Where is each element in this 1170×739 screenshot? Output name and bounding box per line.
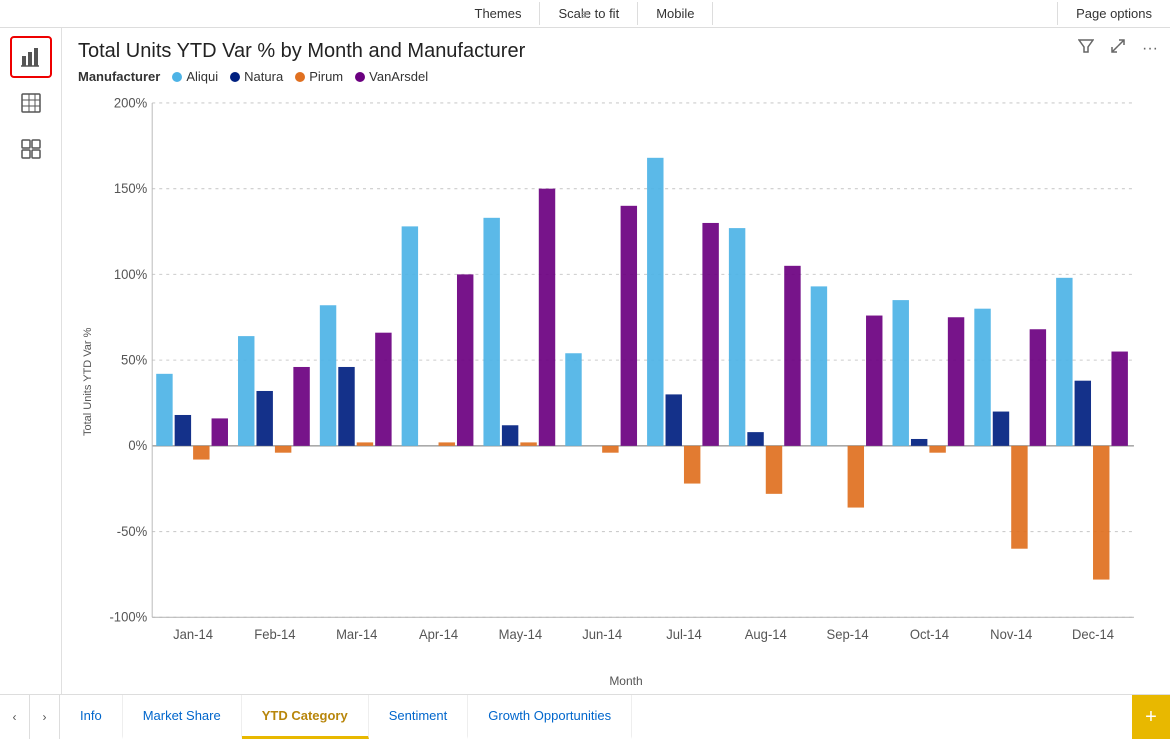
vanarsdel-label: VanArsdel [369,69,428,84]
toolbar-right: Page options [1057,0,1170,27]
vanarsdel-dot [355,72,365,82]
tab-market-share[interactable]: Market Share [123,695,242,739]
legend-natura: Natura [230,69,283,84]
tab-growth-opportunities[interactable]: Growth Opportunities [468,695,632,739]
legend-aliqui: Aliqui [172,69,218,84]
natura-dot [230,72,240,82]
chart-title: Total Units YTD Var % by Month and Manuf… [78,40,1154,63]
svg-text:-50%: -50% [117,523,147,539]
bar-chart-svg [20,46,42,68]
svg-text:Apr-14: Apr-14 [419,627,459,643]
tab-ytd-category[interactable]: YTD Category [242,695,369,739]
aliqui-label: Aliqui [186,69,218,84]
svg-text:Oct-14: Oct-14 [910,627,950,643]
main-area: ··· Total Units YTD Var % by Month and M… [62,28,1170,694]
matrix-svg [20,138,42,160]
svg-text:Jun-14: Jun-14 [582,627,622,643]
more-options-button[interactable]: ··· [1138,38,1162,60]
top-toolbar: ≡ Themes Scale to fit Mobile Page option… [0,0,1170,28]
tab-prev-button[interactable]: ‹ [0,695,30,739]
tab-info[interactable]: Info [60,695,123,739]
main-layout: ··· Total Units YTD Var % by Month and M… [0,28,1170,694]
matrix-sidebar-icon[interactable] [10,128,52,170]
legend-vanarsdel: VanArsdel [355,69,428,84]
page-options-button[interactable]: Page options [1057,2,1170,25]
svg-text:Mar-14: Mar-14 [336,627,378,643]
svg-text:100%: 100% [114,266,147,282]
svg-text:Aug-14: Aug-14 [745,627,787,643]
x-axis-label: Month [78,672,1154,690]
manufacturer-label: Manufacturer [78,69,160,84]
legend: Manufacturer Aliqui Natura Pirum VanArsd… [78,69,1154,84]
svg-text:Jul-14: Jul-14 [666,627,702,643]
mobile-button[interactable]: Mobile [638,2,713,25]
svg-text:50%: 50% [121,352,147,368]
expand-button[interactable] [1106,36,1130,61]
svg-text:May-14: May-14 [499,627,543,643]
chart-svg: 200% 150% 100% 50% 0% -50% -100% Jan-14 Feb-14 Ma… [100,92,1154,672]
legend-pirum: Pirum [295,69,343,84]
add-tab-button[interactable]: + [1132,695,1170,739]
chart-icons: ··· [1074,36,1162,61]
svg-text:-100%: -100% [109,609,147,625]
sidebar [0,28,62,694]
themes-button[interactable]: Themes [457,2,541,25]
filter-button[interactable] [1074,36,1098,61]
svg-text:200%: 200% [114,95,147,111]
chart-inner: 200% 150% 100% 50% 0% -50% -100% Jan-14 Feb-14 Ma… [100,92,1154,672]
pirum-dot [295,72,305,82]
scale-to-fit-button[interactable]: Scale to fit [540,2,638,25]
pirum-label: Pirum [309,69,343,84]
svg-text:Dec-14: Dec-14 [1072,627,1114,643]
table-svg [20,92,42,114]
svg-text:0%: 0% [128,438,147,454]
svg-text:Sep-14: Sep-14 [827,627,869,643]
aliqui-dot [172,72,182,82]
bottom-tabs: ‹ › Info Market Share YTD Category Senti… [0,694,1170,739]
svg-text:Nov-14: Nov-14 [990,627,1032,643]
tab-next-button[interactable]: › [30,695,60,739]
y-axis-label: Total Units YTD Var % [78,92,98,672]
chart-container: Total Units YTD Var % 200% 150% 100% 50% 0% -… [78,92,1154,672]
svg-text:150%: 150% [114,181,147,197]
drag-handle: ≡ [581,6,589,22]
svg-text:Feb-14: Feb-14 [254,627,296,643]
tab-sentiment[interactable]: Sentiment [369,695,469,739]
natura-label: Natura [244,69,283,84]
chart-header: Total Units YTD Var % by Month and Manuf… [78,40,1154,88]
bar-chart-sidebar-icon[interactable] [10,36,52,78]
table-sidebar-icon[interactable] [10,82,52,124]
svg-text:Jan-14: Jan-14 [173,627,213,643]
